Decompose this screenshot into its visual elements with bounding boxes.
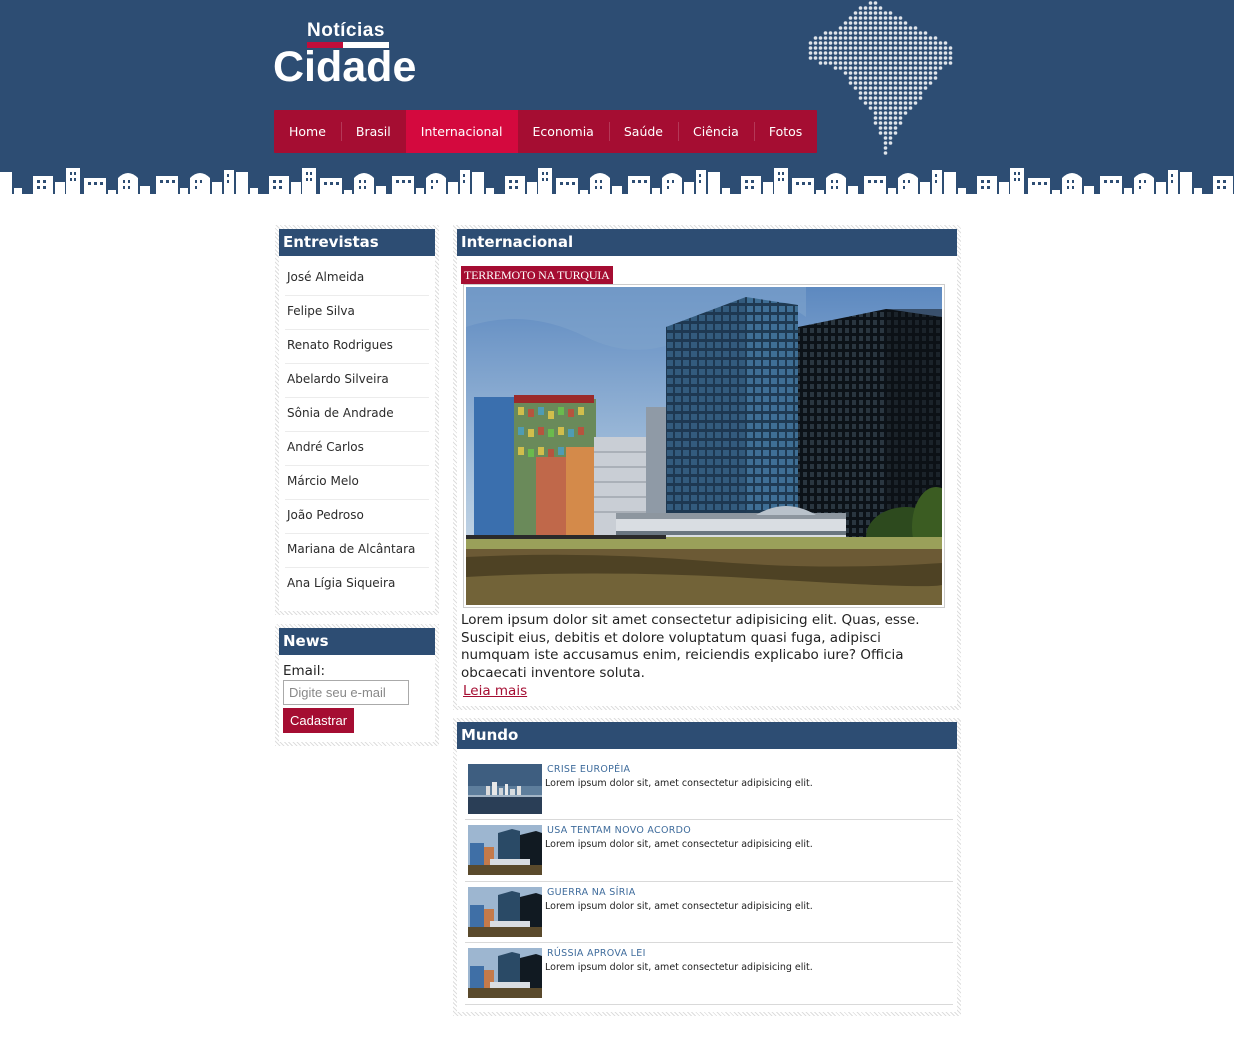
world-item-title[interactable]: GUERRA NA SÍRIA [547, 887, 636, 898]
interview-item[interactable]: Ana Lígia Siqueira [285, 568, 429, 602]
world-item-title[interactable]: USA TENTAM NOVO ACORDO [547, 825, 691, 836]
interview-item[interactable]: Abelardo Silveira [285, 364, 429, 398]
main-nav: Home Brasil Internacional Economia Saúde… [274, 110, 818, 153]
world-item-text: Lorem ipsum dolor sit, amet consectetur … [545, 962, 813, 974]
world-item-title[interactable]: RÚSSIA APROVA LEI [547, 948, 646, 959]
international-title: Internacional [457, 229, 957, 256]
featured-summary: Lorem ipsum dolor sit amet consectetur a… [461, 612, 920, 681]
featured-photo-image [466, 287, 942, 605]
logo-main-text: Cidade [273, 43, 417, 91]
interview-item[interactable]: Sônia de Andrade [285, 398, 429, 432]
nav-brasil[interactable]: Brasil [340, 110, 406, 153]
interviews-list: José Almeida Felipe Silva Renato Rodrigu… [279, 256, 435, 602]
logo-top-text: Notícias [307, 20, 385, 41]
thumbnail-image [468, 764, 542, 814]
world-news-list: CRISE EUROPÉIA Lorem ipsum dolor sit, am… [465, 759, 953, 1005]
world-item-text: Lorem ipsum dolor sit, amet consectetur … [545, 778, 813, 789]
featured-photo[interactable] [463, 284, 945, 608]
newsletter-form: Email: Cadastrar [279, 655, 435, 733]
subscribe-button[interactable]: Cadastrar [283, 708, 355, 733]
city-skyline-decoration [0, 162, 1234, 212]
read-more-link[interactable]: Leia mais [463, 683, 527, 699]
thumbnail-image [468, 825, 542, 876]
world-item-text: Lorem ipsum dolor sit, amet consectetur … [545, 900, 813, 912]
newsletter-box: News Email: Cadastrar [275, 624, 439, 746]
email-label: Email: [283, 663, 326, 679]
interview-item[interactable]: Mariana de Alcântara [285, 534, 429, 568]
nav-ciencia[interactable]: Ciência [678, 110, 754, 153]
list-item[interactable]: RÚSSIA APROVA LEI Lorem ipsum dolor sit,… [465, 943, 953, 1005]
nav-internacional[interactable]: Internacional [405, 110, 518, 153]
nav-home[interactable]: Home [274, 110, 341, 153]
thumbnail-image [468, 948, 542, 999]
headline-badge[interactable]: TERREMOTO NA TURQUIA [461, 266, 613, 284]
interviews-box: Entrevistas José Almeida Felipe Silva Re… [275, 225, 439, 615]
world-box: Mundo CRISE EUROPÉIA Lorem ipsum dolor s… [453, 718, 961, 1016]
interview-item[interactable]: Márcio Melo [285, 466, 429, 500]
email-field[interactable] [283, 680, 409, 705]
brazil-map-icon [808, 1, 953, 155]
world-title: Mundo [457, 722, 957, 749]
list-item[interactable]: USA TENTAM NOVO ACORDO Lorem ipsum dolor… [465, 820, 953, 882]
list-item[interactable]: CRISE EUROPÉIA Lorem ipsum dolor sit, am… [465, 759, 953, 821]
world-item-title[interactable]: CRISE EUROPÉIA [547, 764, 630, 775]
nav-fotos[interactable]: Fotos [753, 110, 817, 153]
list-item[interactable]: GUERRA NA SÍRIA Lorem ipsum dolor sit, a… [465, 882, 953, 944]
interview-item[interactable]: José Almeida [285, 262, 429, 296]
interview-item[interactable]: João Pedroso [285, 500, 429, 534]
thumbnail-image [468, 886, 542, 937]
site-header: Notícias Cidade Home Brasil Internaciona… [0, 0, 1234, 212]
interview-item[interactable]: Renato Rodrigues [285, 330, 429, 364]
international-box: Internacional TERREMOTO NA TURQUIA Lorem… [453, 225, 961, 710]
nav-saude[interactable]: Saúde [608, 110, 678, 153]
newsletter-title: News [279, 628, 435, 655]
nav-economia[interactable]: Economia [518, 110, 609, 153]
world-item-text: Lorem ipsum dolor sit, amet consectetur … [545, 839, 813, 851]
interview-item[interactable]: André Carlos [285, 432, 429, 466]
site-logo[interactable]: Notícias Cidade [273, 18, 423, 93]
interview-item[interactable]: Felipe Silva [285, 296, 429, 330]
interviews-title: Entrevistas [279, 229, 435, 256]
